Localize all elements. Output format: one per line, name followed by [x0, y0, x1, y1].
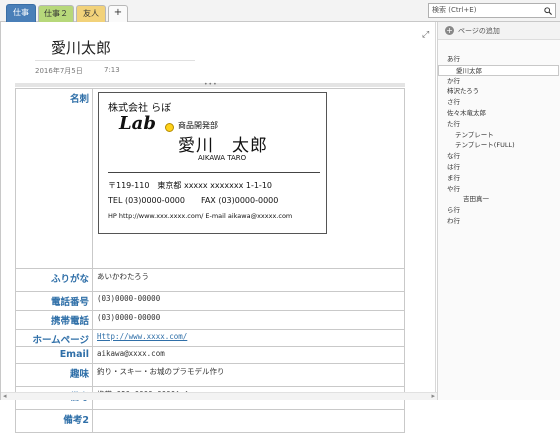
homepage-cell: Http://www.xxxx.com/	[92, 329, 405, 347]
note2-value[interactable]	[92, 409, 405, 433]
add-page-label: ページの追加	[458, 27, 500, 35]
contact-table: 名刺 株式会社 らぼ Lab 商品開発部 愛川 太郎 AIKAWA TARO 〒…	[15, 88, 405, 433]
furigana-label: ふりがな	[15, 268, 93, 292]
add-page-button[interactable]: + ページの追加	[438, 22, 560, 40]
add-section-button[interactable]: +	[108, 5, 128, 22]
scroll-left-icon[interactable]: ◂	[3, 392, 7, 400]
note2-label: 備考2	[15, 409, 93, 433]
page-time: 7:13	[104, 66, 120, 74]
table-row: 電話番号 (03)0000-00000	[15, 291, 405, 311]
table-row: 携帯電話 (03)0000-00000	[15, 310, 405, 330]
card-web: HP http://www.xxx.xxxx.com/ E-mail aikaw…	[108, 212, 293, 220]
page-list-pane: + ページの追加 あ行 愛川太郎 か行 柿沢たろう さ行 佐々木竜太郎 た行 テンプレート テン…	[437, 22, 560, 400]
phone-value[interactable]: (03)0000-00000	[92, 291, 405, 311]
scroll-right-icon[interactable]: ▸	[431, 392, 435, 400]
page-title[interactable]: 愛川太郎	[51, 37, 111, 58]
hobby-value[interactable]: 釣り・スキー・お城のプラモデル作り	[92, 363, 405, 387]
card-logo: Lab	[119, 113, 156, 134]
search-input[interactable]: 検索 (Ctrl+E)	[428, 3, 556, 18]
table-row: 備考2	[15, 409, 405, 433]
page-list-item[interactable]: あ行	[438, 54, 560, 65]
search-placeholder: 検索 (Ctrl+E)	[432, 6, 477, 14]
title-underline	[35, 60, 195, 61]
page-canvas[interactable]: ⤢ 愛川太郎 2016年7月5日 7:13 ••• 名刺 株式会社 らぼ Lab…	[0, 22, 437, 433]
horizontal-scrollbar[interactable]: ◂ ▸	[1, 392, 437, 400]
card-phone: TEL (03)0000-0000 FAX (03)0000-0000	[108, 196, 279, 205]
section-tab-bar: 仕事 仕事２ 友人 + 検索 (Ctrl+E)	[0, 0, 560, 22]
page-list-item[interactable]: さ行	[438, 97, 560, 108]
page-list-item[interactable]: な行	[438, 151, 560, 162]
smiley-icon	[165, 123, 174, 132]
email-label: Email	[15, 346, 93, 364]
page-list-item[interactable]: 佐々木竜太郎	[438, 108, 560, 119]
table-row: Email aikawa@xxxx.com	[15, 346, 405, 364]
card-label: 名刺	[15, 88, 93, 269]
tab-section-work[interactable]: 仕事	[6, 4, 36, 22]
card-divider	[108, 172, 320, 173]
page-list-item[interactable]: は行	[438, 162, 560, 173]
homepage-link[interactable]: Http://www.xxxx.com/	[97, 332, 187, 341]
page-list-item[interactable]: 愛川太郎	[438, 64, 559, 76]
card-cell: 株式会社 らぼ Lab 商品開発部 愛川 太郎 AIKAWA TARO 〒119…	[92, 88, 405, 269]
expand-icon[interactable]: ⤢	[422, 30, 429, 40]
tab-section-work-2[interactable]: 仕事２	[38, 5, 74, 22]
phone-label: 電話番号	[15, 291, 93, 311]
homepage-label: ホームページ	[15, 329, 93, 347]
table-row: 名刺 株式会社 らぼ Lab 商品開発部 愛川 太郎 AIKAWA TARO 〒…	[15, 88, 405, 269]
email-value[interactable]: aikawa@xxxx.com	[92, 346, 405, 364]
hobby-label: 趣味	[15, 363, 93, 387]
table-row: ふりがな あいかわたろう	[15, 268, 405, 292]
tab-section-friends[interactable]: 友人	[76, 5, 106, 22]
card-department: 商品開発部	[178, 121, 218, 130]
page-list-item[interactable]: テンプレート	[438, 130, 560, 141]
page-date: 2016年7月5日	[35, 67, 83, 75]
table-row: 趣味 釣り・スキー・お城のプラモデル作り	[15, 363, 405, 387]
mobile-label: 携帯電話	[15, 310, 93, 330]
table-row: ホームページ Http://www.xxxx.com/	[15, 329, 405, 347]
page-list-item[interactable]: 吉田真一	[438, 194, 560, 205]
business-card-image[interactable]: 株式会社 らぼ Lab 商品開発部 愛川 太郎 AIKAWA TARO 〒119…	[98, 92, 327, 234]
page-list-item[interactable]: た行	[438, 119, 560, 130]
card-address: 〒119-110 東京都 xxxxx xxxxxxx 1-1-10	[108, 181, 272, 190]
page-list-item[interactable]: テンプレート(FULL)	[438, 140, 560, 151]
page-list: あ行 愛川太郎 か行 柿沢たろう さ行 佐々木竜太郎 た行 テンプレート テンプレート(FULL…	[438, 54, 560, 227]
page-list-item[interactable]: ま行	[438, 173, 560, 184]
card-name-roman: AIKAWA TARO	[198, 154, 247, 162]
card-name: 愛川 太郎	[178, 136, 268, 156]
add-icon: +	[445, 26, 454, 35]
mobile-value[interactable]: (03)0000-00000	[92, 310, 405, 330]
page-list-item[interactable]: ら行	[438, 205, 560, 216]
page-list-item[interactable]: か行	[438, 76, 560, 87]
furigana-value[interactable]: あいかわたろう	[92, 268, 405, 292]
page-list-item[interactable]: 柿沢たろう	[438, 86, 560, 97]
card-company: 株式会社 らぼ	[108, 103, 172, 114]
page-list-item[interactable]: わ行	[438, 216, 560, 227]
page-list-item[interactable]: や行	[438, 184, 560, 195]
search-icon[interactable]	[544, 7, 552, 15]
drag-handle-icon[interactable]: •••	[204, 81, 218, 88]
